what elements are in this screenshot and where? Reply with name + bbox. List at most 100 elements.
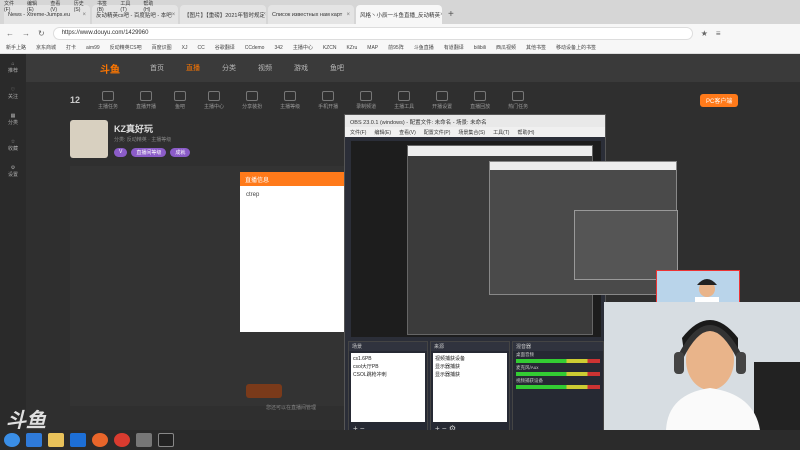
volume-meter[interactable] xyxy=(516,385,600,389)
list-item[interactable]: csol大厅PB xyxy=(353,363,423,371)
close-icon[interactable]: × xyxy=(440,12,442,18)
close-icon[interactable]: × xyxy=(82,12,86,18)
volume-meter[interactable] xyxy=(516,359,600,363)
browser-tab[interactable]: 【图片】【重磅】2021年暂时规定× xyxy=(180,5,266,24)
bookmark[interactable]: CCdemo xyxy=(245,45,265,51)
forward-icon[interactable]: → xyxy=(22,29,30,38)
sidebar-item-recommend[interactable]: ⌂ 推荐 xyxy=(0,54,26,80)
bookmark[interactable]: 前95阵 xyxy=(388,44,404,51)
volume-meter[interactable] xyxy=(516,372,600,376)
bookmark[interactable]: aim99 xyxy=(86,45,100,51)
menu-item[interactable]: 编辑(E) xyxy=(27,0,43,13)
bookmark[interactable]: CC xyxy=(197,45,204,51)
obs-menu-item[interactable]: 查看(V) xyxy=(399,129,416,136)
nav-game[interactable]: 游戏 xyxy=(294,63,308,73)
obs-icon[interactable] xyxy=(158,433,174,447)
bookmark[interactable]: 主播中心 xyxy=(293,44,313,51)
bookmark[interactable]: 有道翻译 xyxy=(444,44,464,51)
bookmark[interactable]: XJ xyxy=(182,45,188,51)
bookmark-star-icon[interactable]: ★ xyxy=(701,29,708,38)
obs-menu-item[interactable]: 帮助(H) xyxy=(517,129,534,136)
close-icon[interactable]: × xyxy=(265,12,266,18)
bookmark[interactable]: 移动设备上的书签 xyxy=(556,44,596,51)
bookmark[interactable]: MAP xyxy=(367,45,378,51)
site-logo[interactable]: 斗鱼 xyxy=(100,61,120,76)
tool-label: 开播设置 xyxy=(432,103,453,110)
bookmark[interactable]: 西瓜视频 xyxy=(496,44,516,51)
status-badge: V xyxy=(114,148,128,157)
browser-tab[interactable]: Список известных нам карт × xyxy=(268,5,354,24)
avatar[interactable] xyxy=(70,120,108,158)
chrome-icon[interactable] xyxy=(114,433,130,447)
tool-item[interactable]: 主播等级 xyxy=(280,90,300,110)
sidebar-item-settings[interactable]: ⚙ 设置 xyxy=(0,158,26,184)
tool-item[interactable]: 直播开播 xyxy=(136,90,156,110)
start-live-button[interactable] xyxy=(246,384,282,398)
firefox-icon[interactable] xyxy=(92,433,108,447)
folder-icon[interactable] xyxy=(48,433,64,447)
tool-item[interactable]: 开播设置 xyxy=(432,90,453,110)
start-icon[interactable] xyxy=(4,433,20,447)
game-icon[interactable] xyxy=(136,433,152,447)
bookmark[interactable]: KZCN xyxy=(323,45,337,51)
sidebar-item-follow[interactable]: ♡ 关注 xyxy=(0,80,26,106)
tool-item[interactable]: 主播中心 xyxy=(204,90,224,110)
nav-category[interactable]: 分类 xyxy=(222,63,236,73)
streamer-name[interactable]: KZ真好玩 xyxy=(114,122,153,135)
ie-icon[interactable] xyxy=(26,433,42,447)
bookmark[interactable]: 斗鱼直播 xyxy=(414,44,434,51)
nav-home[interactable]: 首页 xyxy=(150,63,164,73)
obs-menu-item[interactable]: 场景集合(S) xyxy=(458,129,485,136)
nav-fishbar[interactable]: 鱼吧 xyxy=(330,63,344,73)
menu-item[interactable]: 历史(S) xyxy=(74,0,90,13)
bookmark[interactable]: bilibili xyxy=(474,45,486,51)
tool-item[interactable]: 鱼吧 xyxy=(174,90,187,110)
obs-menu-item[interactable]: 配置文件(P) xyxy=(424,129,451,136)
list-item[interactable]: 视频捕获设备 xyxy=(435,355,505,363)
menu-item[interactable]: 工具(T) xyxy=(120,0,136,13)
tool-item[interactable]: 主播工具 xyxy=(394,90,414,110)
obs-menu-item[interactable]: 工具(T) xyxy=(493,129,509,136)
tool-item[interactable]: 录制频道 xyxy=(356,90,376,110)
menu-item[interactable]: 书签(B) xyxy=(97,0,113,13)
obs-menu-item[interactable]: 编辑(E) xyxy=(374,129,391,136)
list-item[interactable]: cs1.6PB xyxy=(353,355,423,363)
tool-item[interactable]: 分享装扮 xyxy=(242,90,262,110)
tool-label: 鱼吧 xyxy=(175,103,186,110)
sidebar-item-favorite[interactable]: ☆ 收藏 xyxy=(0,132,26,158)
nav-live[interactable]: 直播 xyxy=(186,63,200,73)
bookmark[interactable]: 其他书签 xyxy=(526,44,546,51)
menu-item[interactable]: 查看(V) xyxy=(50,0,66,13)
obs-menu-item[interactable]: 文件(F) xyxy=(350,129,366,136)
new-tab-icon[interactable]: + xyxy=(448,9,454,20)
bookmark[interactable]: 342 xyxy=(274,45,282,51)
menu-item[interactable]: 帮助(H) xyxy=(143,0,160,13)
tool-item[interactable]: 主播任务 xyxy=(98,90,118,110)
address-bar[interactable]: https://www.douyu.com/1429960 xyxy=(52,26,693,40)
app-icon[interactable] xyxy=(70,433,86,447)
bookmark[interactable]: 反动精英CS吧 xyxy=(110,44,142,51)
close-icon[interactable]: × xyxy=(346,12,350,18)
tool-item[interactable]: 热门任务 xyxy=(508,90,528,110)
bookmark[interactable]: 百度识图 xyxy=(152,44,172,51)
bookmark[interactable]: 谷歌翻译 xyxy=(215,44,235,51)
nav-video[interactable]: 视频 xyxy=(258,63,272,73)
browser-tab-active[interactable]: 风格丶小辰一斗鱼直播_反动精英 × xyxy=(356,5,442,24)
close-icon[interactable]: × xyxy=(172,12,176,18)
list-item[interactable]: 显示器捕获 xyxy=(435,371,505,379)
bookmark[interactable]: 京东商城 xyxy=(36,44,56,51)
sidebar-label: 设置 xyxy=(7,171,18,178)
back-icon[interactable]: ← xyxy=(6,29,14,38)
reload-icon[interactable]: ↻ xyxy=(38,29,45,38)
bookmark[interactable]: KZru xyxy=(346,45,357,51)
bookmark[interactable]: 打卡 xyxy=(66,44,76,51)
tool-item[interactable]: 直播回放 xyxy=(470,90,490,110)
menu-icon[interactable]: ≡ xyxy=(716,29,721,38)
list-item[interactable]: 显示器捕获 xyxy=(435,363,505,371)
bookmark[interactable]: 新手上路 xyxy=(6,44,26,51)
pc-client-button[interactable]: PC客户端 xyxy=(700,94,739,107)
sidebar-item-category[interactable]: ▦ 分类 xyxy=(0,106,26,132)
menu-item[interactable]: 文件(F) xyxy=(4,0,20,13)
list-item[interactable]: CSOL跳枪冲刺 xyxy=(353,371,423,379)
tool-item[interactable]: 手机开播 xyxy=(318,90,338,110)
